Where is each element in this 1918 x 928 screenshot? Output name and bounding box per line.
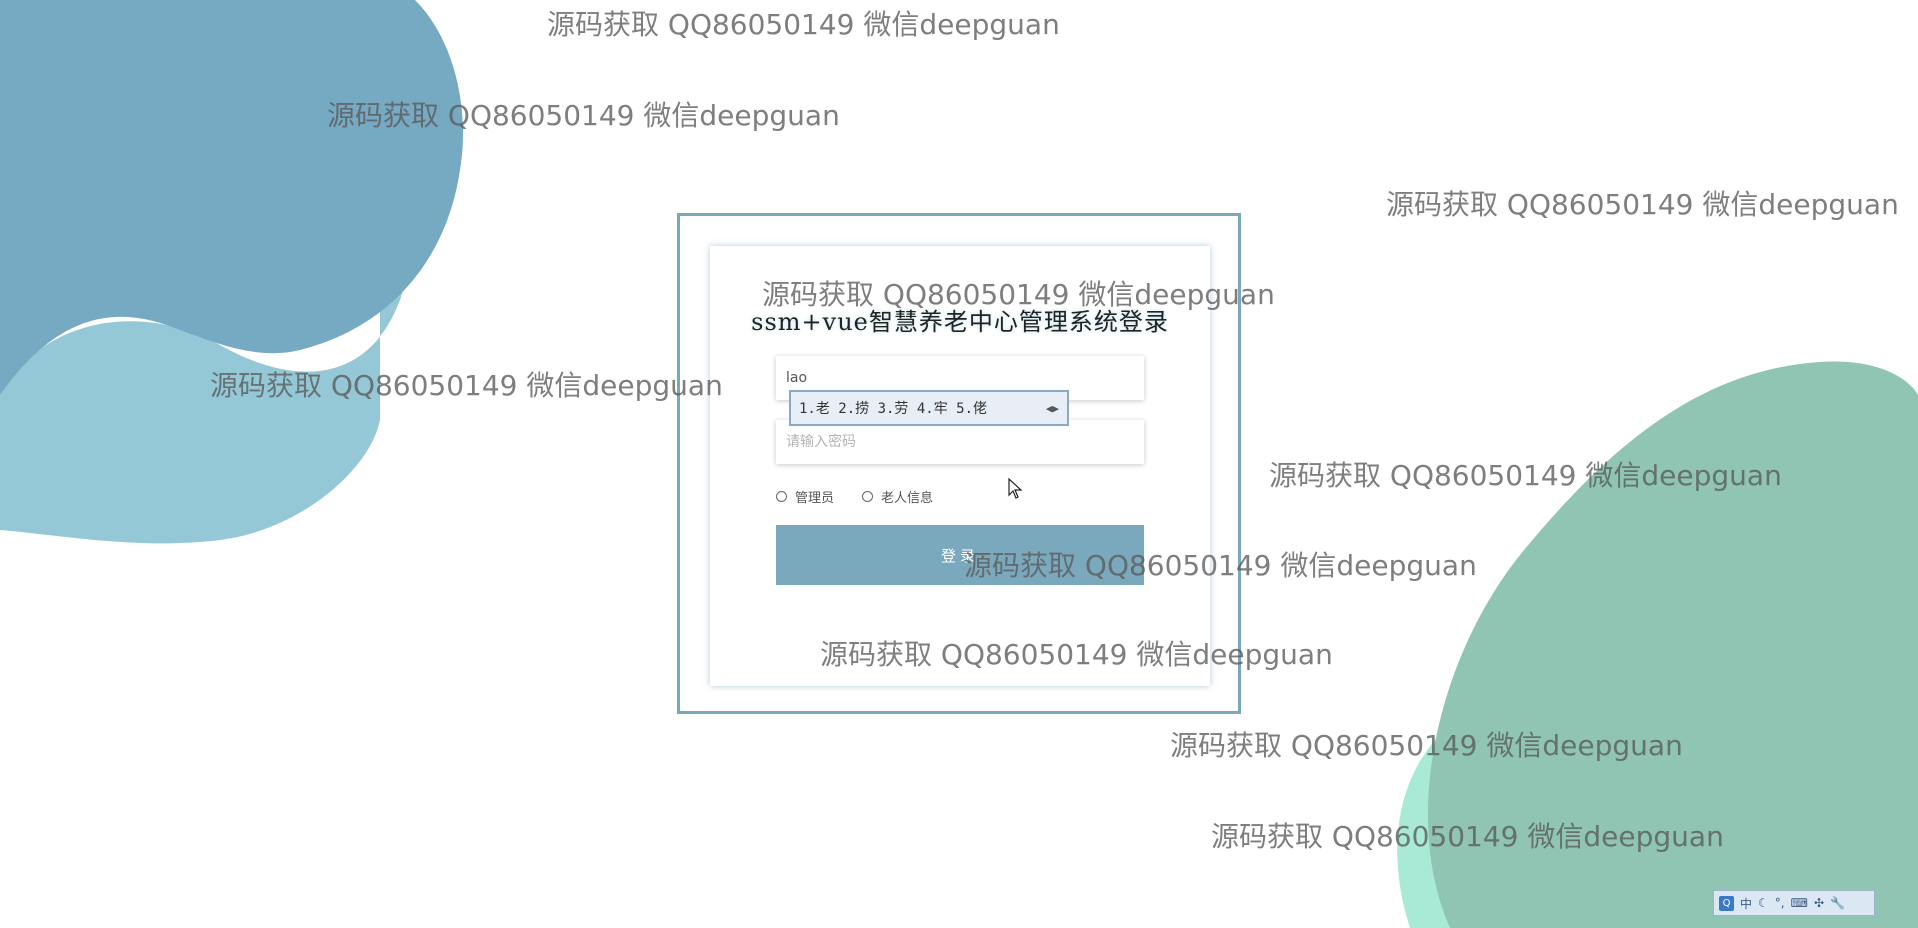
ime-candidate-popup[interactable]: 1.老 2.捞 3.劳 4.牢 5.佬 ◀▶ (789, 390, 1069, 426)
page-title: ssm+vue智慧养老中心管理系统登录 (751, 308, 1169, 336)
password-input[interactable] (776, 420, 1144, 464)
role-radio-admin[interactable]: 管理员 (776, 487, 834, 506)
moon-icon[interactable]: ☾ (1758, 896, 1769, 910)
radio-circle-icon[interactable] (776, 491, 787, 502)
watermark-text: 源码获取 QQ86050149 微信deepguan (1386, 188, 1899, 221)
blob-green (1427, 361, 1918, 928)
ime-mode-toggle[interactable]: 中 (1740, 895, 1752, 912)
watermark-text: 源码获取 QQ86050149 微信deepguan (547, 8, 1060, 41)
login-card: ssm+vue智慧养老中心管理系统登录 1.老 2.捞 3.劳 4.牢 5.佬 … (710, 246, 1210, 686)
ime-candidates[interactable]: 1.老 2.捞 3.劳 4.牢 5.佬 (799, 398, 1046, 418)
background-blob-blue (0, 0, 463, 544)
keyboard-icon[interactable]: ⌨ (1791, 896, 1808, 910)
punctuation-icon[interactable]: °, (1775, 896, 1785, 910)
ime-toolbar: Q 中 ☾ °, ⌨ ✣ 🔧 (1713, 890, 1875, 916)
role-label-admin: 管理员 (795, 491, 835, 506)
ime-page-arrows-icon[interactable]: ◀▶ (1046, 402, 1059, 415)
role-label-elder: 老人信息 (881, 491, 934, 506)
mouse-cursor-icon (1008, 478, 1023, 499)
wrench-icon[interactable]: 🔧 (1830, 896, 1845, 910)
role-radio-group: 管理员 老人信息 (776, 487, 933, 506)
role-radio-elder[interactable]: 老人信息 (862, 487, 933, 506)
radio-circle-icon[interactable] (862, 491, 874, 502)
tools-icon[interactable]: ✣ (1814, 896, 1824, 910)
background-blob-green (1397, 361, 1918, 928)
login-button[interactable]: 登录 (776, 525, 1144, 585)
ime-logo-icon[interactable]: Q (1719, 895, 1734, 911)
